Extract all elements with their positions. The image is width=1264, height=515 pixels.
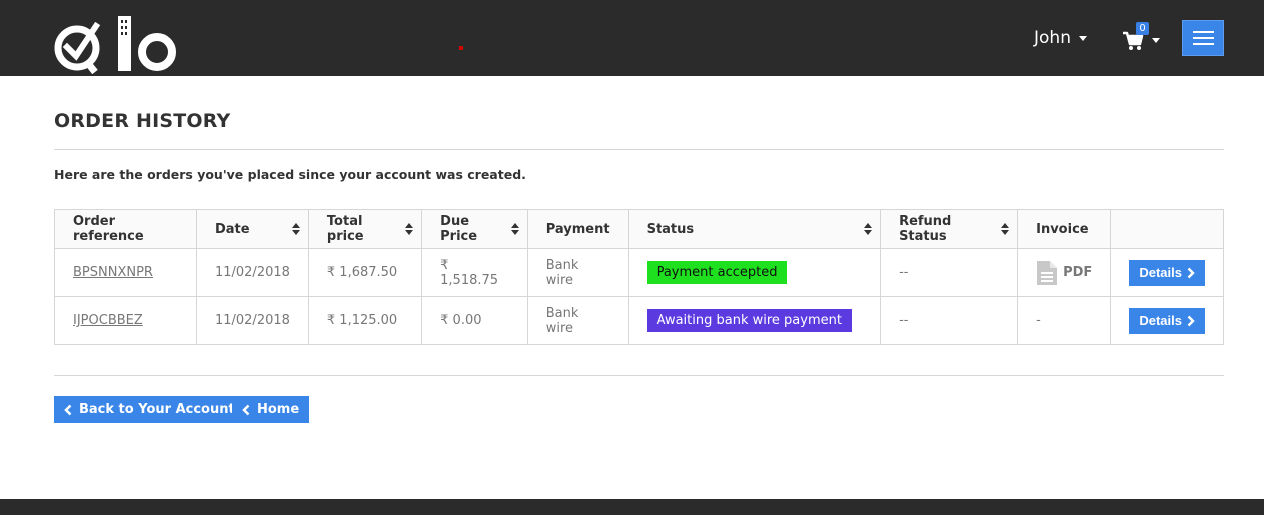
- chevron-down-icon: [1078, 35, 1087, 41]
- qlo-logo[interactable]: [54, 14, 180, 74]
- sort-icon[interactable]: [510, 223, 519, 235]
- hamburger-icon: [1193, 31, 1214, 33]
- chevron-down-icon: [1152, 38, 1160, 43]
- details-label: Details: [1139, 265, 1182, 280]
- user-menu-toggle[interactable]: John: [1034, 28, 1087, 48]
- order-payment: Bank wire: [526, 248, 629, 297]
- table-row: BPSNNXNPR 11/02/2018 ₹ 1,687.50 ₹ 1,518.…: [54, 248, 1224, 297]
- invoice-pdf-link[interactable]: PDF: [1036, 260, 1092, 286]
- order-date: 11/02/2018: [195, 296, 309, 345]
- order-details-button[interactable]: Details: [1129, 307, 1205, 334]
- user-name: John: [1034, 28, 1071, 48]
- col-invoice: Invoice: [1017, 209, 1112, 249]
- sort-icon[interactable]: [405, 223, 414, 235]
- chevron-left-icon: [242, 404, 250, 415]
- col-actions: [1110, 209, 1224, 249]
- order-reference-link[interactable]: BPSNNXNPR: [73, 265, 153, 280]
- chevron-right-icon: [1187, 267, 1195, 278]
- order-total: ₹ 1,125.00: [307, 296, 423, 345]
- hamburger-icon: [1193, 37, 1214, 39]
- home-button[interactable]: Home: [232, 396, 310, 423]
- page-intro: Here are the orders you've placed since …: [54, 167, 526, 182]
- col-date[interactable]: Date: [195, 209, 309, 249]
- invoice-none: -: [1017, 296, 1112, 345]
- order-details-button[interactable]: Details: [1129, 259, 1205, 286]
- refund-status: --: [880, 248, 1019, 297]
- table-header-row: Order reference Date Total price Due Pri…: [54, 209, 1224, 249]
- divider: [54, 375, 1224, 376]
- order-history-table: Order reference Date Total price Due Pri…: [54, 209, 1224, 345]
- back-to-account-button[interactable]: Back to Your Account: [54, 396, 245, 423]
- order-date: 11/02/2018: [195, 248, 309, 297]
- col-due-price[interactable]: Due Price: [421, 209, 528, 249]
- order-reference-link[interactable]: IJPOCBBEZ: [73, 313, 143, 328]
- sort-icon[interactable]: [291, 223, 300, 235]
- sort-icon[interactable]: [864, 223, 873, 235]
- pdf-file-icon: [1037, 260, 1058, 285]
- status-badge: Payment accepted: [646, 261, 788, 284]
- divider: [54, 149, 1224, 150]
- status-badge: Awaiting bank wire payment: [646, 309, 852, 332]
- hamburger-icon: [1193, 43, 1214, 45]
- page-footer: [0, 499, 1264, 515]
- col-total-price[interactable]: Total price: [307, 209, 423, 249]
- col-order-reference: Order reference: [54, 209, 197, 249]
- chevron-left-icon: [64, 404, 72, 415]
- page-title: ORDER HISTORY: [54, 110, 231, 132]
- order-due: ₹ 0.00: [421, 296, 528, 345]
- chevron-right-icon: [1187, 315, 1195, 326]
- refund-status: --: [880, 296, 1019, 345]
- col-status[interactable]: Status: [627, 209, 882, 249]
- order-due: ₹ 1,518.75: [421, 248, 528, 297]
- red-dot-marker: [459, 46, 463, 50]
- col-payment: Payment: [526, 209, 629, 249]
- col-refund-status[interactable]: Refund Status: [880, 209, 1019, 249]
- menu-toggle-button[interactable]: [1182, 20, 1224, 56]
- order-payment: Bank wire: [526, 296, 629, 345]
- back-label: Back to Your Account: [79, 402, 235, 417]
- home-label: Home: [257, 402, 300, 417]
- top-navbar: John 0: [0, 0, 1264, 76]
- invoice-label: PDF: [1063, 265, 1093, 280]
- cart-button[interactable]: 0: [1122, 22, 1162, 54]
- cart-count-badge: 0: [1136, 22, 1149, 35]
- table-row: IJPOCBBEZ 11/02/2018 ₹ 1,125.00 ₹ 0.00 B…: [54, 296, 1224, 345]
- sort-icon[interactable]: [1001, 223, 1010, 235]
- order-total: ₹ 1,687.50: [307, 248, 423, 297]
- details-label: Details: [1139, 313, 1182, 328]
